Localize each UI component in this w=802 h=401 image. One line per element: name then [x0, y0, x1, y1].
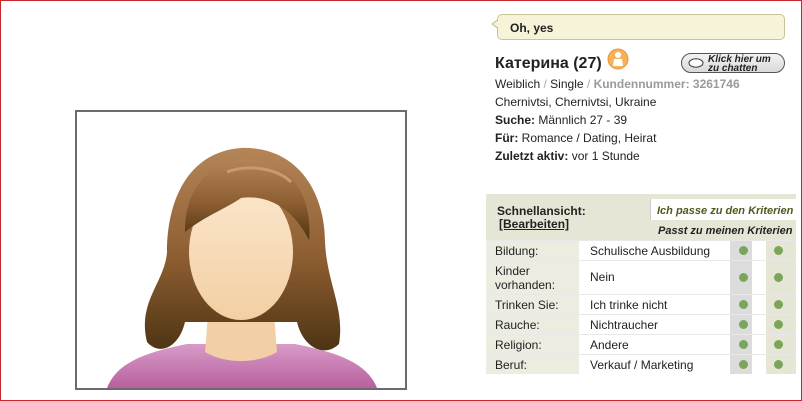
match-dot-icon — [774, 360, 783, 369]
quickview-rows: Bildung: Schulische Ausbildung Kinder vo… — [486, 240, 796, 374]
match-column-theirs — [766, 315, 796, 334]
table-row: Religion: Andere — [486, 334, 796, 354]
match-column-theirs — [766, 261, 796, 294]
match-dot-icon — [739, 340, 748, 349]
row-value: Nichtraucher — [580, 315, 730, 334]
chat-button-label: Klick hier um zu chatten — [708, 54, 771, 74]
location: Chernivtsi, Chernivtsi, Ukraine — [495, 95, 657, 109]
match-dot-icon — [774, 320, 783, 329]
row-label: Rauche: — [486, 315, 579, 334]
match-column-gap — [752, 355, 766, 374]
row-value: Verkauf / Marketing — [580, 355, 730, 374]
search-label: Suche: — [495, 113, 536, 127]
match-dot-icon — [774, 340, 783, 349]
match-dot-icon — [739, 360, 748, 369]
table-row: Beruf: Verkauf / Marketing — [486, 354, 796, 374]
last-active-line: Zuletzt aktiv: vor 1 Stunde — [495, 149, 640, 163]
match-column-gap — [752, 315, 766, 334]
match-dot-icon — [739, 320, 748, 329]
match-column-mine — [730, 355, 752, 374]
match-column-gap — [752, 261, 766, 294]
profile-name: Катерина (27) — [495, 55, 602, 72]
match-column-gap — [752, 295, 766, 314]
table-row: Bildung: Schulische Ausbildung — [486, 240, 796, 260]
match-dot-icon — [774, 246, 783, 255]
criteria-header: Ich passe zu den Kriterien Passt zu mein… — [646, 194, 796, 240]
match-column-mine — [730, 261, 752, 294]
criteria-theirs-heading: Passt zu meinen Kriterien — [650, 220, 796, 240]
match-dot-icon — [739, 246, 748, 255]
match-column-theirs — [766, 295, 796, 314]
match-dot-icon — [739, 273, 748, 282]
quickview-title: Schnellansicht: — [497, 204, 586, 218]
separator: / — [543, 77, 547, 91]
row-label: Beruf: — [486, 355, 579, 374]
match-dot-icon — [774, 273, 783, 282]
match-column-theirs — [766, 241, 796, 260]
quickview-table: Schnellansicht: [Bearbeiten] Ich passe z… — [486, 194, 796, 374]
for-label: Für: — [495, 131, 519, 145]
row-label: Religion: — [486, 335, 579, 354]
for-line: Für: Romance / Dating, Heirat — [495, 131, 656, 145]
match-dot-icon — [774, 300, 783, 309]
row-value: Ich trinke nicht — [580, 295, 730, 314]
gender: Weiblich — [495, 77, 541, 91]
row-value: Schulische Ausbildung — [580, 241, 730, 260]
row-value: Andere — [580, 335, 730, 354]
chat-bubble-icon — [688, 58, 704, 68]
match-column-mine — [730, 241, 752, 260]
edit-link[interactable]: [Bearbeiten] — [499, 217, 569, 231]
match-column-theirs — [766, 355, 796, 374]
relationship-status: Single — [550, 77, 584, 91]
match-column-mine — [730, 315, 752, 334]
match-dot-icon — [739, 300, 748, 309]
customer-number: Kundennummer: 3261746 — [593, 77, 740, 91]
female-avatar-icon — [107, 147, 377, 388]
criteria-mine-heading: Ich passe zu den Kriterien — [650, 199, 796, 220]
last-active-label: Zuletzt aktiv: — [495, 149, 569, 163]
last-active-value: vor 1 Stunde — [571, 149, 640, 163]
search-value: Männlich 27 - 39 — [538, 113, 628, 127]
quickview-header: Schnellansicht: [Bearbeiten] — [486, 194, 646, 240]
table-row: Kinder vorhanden: Nein — [486, 260, 796, 294]
status-text: Oh, yes — [510, 21, 554, 35]
table-row: Trinken Sie: Ich trinke nicht — [486, 294, 796, 314]
separator: / — [586, 77, 591, 91]
match-column-theirs — [766, 335, 796, 354]
row-label: Kinder vorhanden: — [486, 261, 579, 294]
row-label: Bildung: — [486, 241, 579, 260]
row-value: Nein — [580, 261, 730, 294]
match-column-mine — [730, 335, 752, 354]
person-online-icon[interactable] — [607, 48, 629, 70]
match-column-mine — [730, 295, 752, 314]
profile-basics: Weiblich / Single / Kundennummer: 326174… — [495, 77, 740, 91]
table-row: Rauche: Nichtraucher — [486, 314, 796, 334]
profile-photo-placeholder[interactable] — [75, 110, 407, 390]
chat-button[interactable]: Klick hier um zu chatten — [681, 53, 785, 74]
search-line: Suche: Männlich 27 - 39 — [495, 113, 627, 127]
status-message: Oh, yes — [491, 14, 785, 40]
for-value: Romance / Dating, Heirat — [521, 131, 657, 145]
row-label: Trinken Sie: — [486, 295, 579, 314]
match-column-gap — [752, 241, 766, 260]
match-column-gap — [752, 335, 766, 354]
